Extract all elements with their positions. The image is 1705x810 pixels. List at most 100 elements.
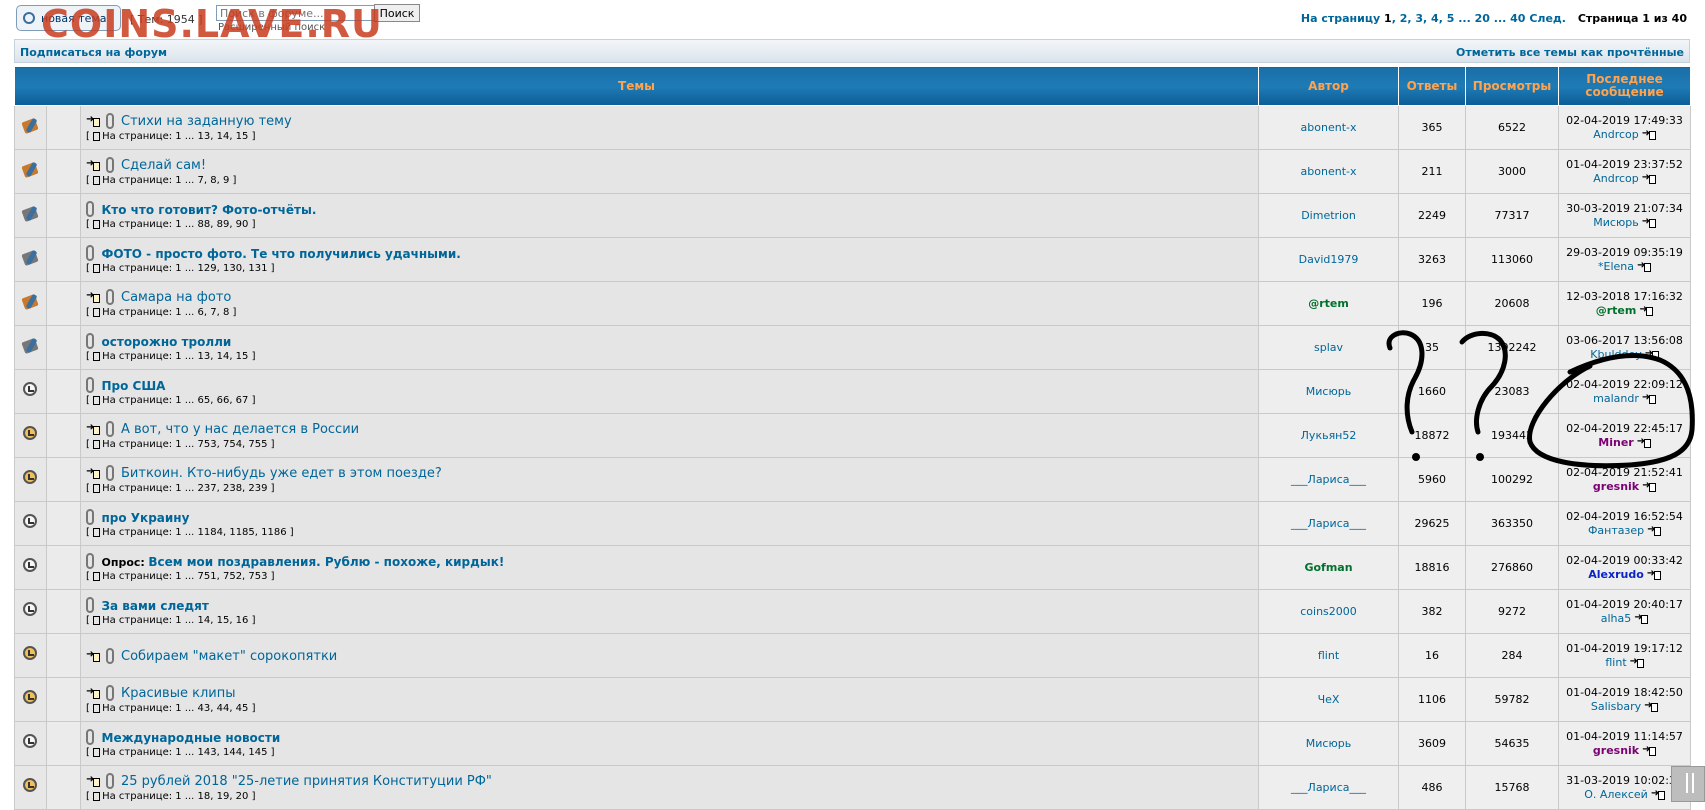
- new-post-arrow-icon[interactable]: [86, 422, 100, 435]
- last-post-user-link[interactable]: Miner: [1598, 436, 1633, 449]
- go-to-last-post-icon[interactable]: [1634, 611, 1649, 625]
- last-post-user-link[interactable]: О. Алексей: [1584, 788, 1648, 801]
- pager-link[interactable]: 4: [1431, 12, 1439, 25]
- topic-author-link[interactable]: splav: [1314, 341, 1343, 354]
- topic-pages-text[interactable]: На странице: 1 ... 6, 7, 8: [102, 307, 229, 318]
- last-post-user-link[interactable]: Andrcop: [1593, 128, 1639, 141]
- topic-pages-text[interactable]: На странице: 1 ... 43, 44, 45: [102, 703, 248, 714]
- go-to-last-post-icon[interactable]: [1642, 215, 1656, 229]
- topic-title-link[interactable]: Красивые клипы: [121, 686, 235, 701]
- topic-pages-text[interactable]: На странице: 1 ... 18, 19, 20: [102, 791, 248, 802]
- last-post-user-link[interactable]: gresnik: [1593, 744, 1639, 757]
- topic-title-link[interactable]: Биткоин. Кто-нибудь уже едет в этом поез…: [121, 466, 442, 481]
- last-post-user-link[interactable]: Salisbary: [1591, 700, 1641, 713]
- topic-title-link[interactable]: Сделай сам!: [121, 158, 206, 173]
- last-post-user-link[interactable]: *Elena: [1598, 260, 1634, 273]
- go-to-last-post-icon[interactable]: [1651, 787, 1665, 801]
- go-to-last-post-icon[interactable]: [1639, 303, 1654, 317]
- last-post-user-link[interactable]: @rtem: [1596, 304, 1637, 317]
- go-to-last-post-icon[interactable]: [1637, 435, 1651, 449]
- topic-author-link[interactable]: Мисюрь: [1306, 737, 1351, 750]
- new-post-arrow-icon[interactable]: [86, 686, 100, 699]
- new-post-arrow-icon[interactable]: [86, 158, 100, 171]
- search-button[interactable]: Поиск: [374, 4, 420, 22]
- topic-title-link[interactable]: Самара на фото: [121, 290, 231, 305]
- new-post-arrow-icon[interactable]: [86, 114, 100, 127]
- topic-author-link[interactable]: @rtem: [1308, 297, 1349, 310]
- go-to-last-post-icon[interactable]: [1630, 655, 1644, 669]
- go-to-last-post-icon[interactable]: [1642, 743, 1657, 757]
- topic-pages-text[interactable]: На странице: 1 ... 65, 66, 67: [102, 395, 248, 406]
- topic-pages-text[interactable]: На странице: 1 ... 129, 130, 131: [102, 263, 267, 274]
- topic-pages-text[interactable]: На странице: 1 ... 143, 144, 145: [102, 747, 267, 758]
- new-post-arrow-icon[interactable]: [86, 774, 100, 787]
- topic-pages-text[interactable]: На странице: 1 ... 7, 8, 9: [102, 175, 229, 186]
- advanced-search-link[interactable]: Расширенный поиск: [218, 22, 325, 33]
- topic-pages-text[interactable]: На странице: 1 ... 88, 89, 90: [102, 219, 248, 230]
- topic-pages-text[interactable]: На странице: 1 ... 13, 14, 15: [102, 351, 248, 362]
- topic-author-link[interactable]: Лукьян52: [1301, 429, 1357, 442]
- last-post-user-link[interactable]: malandr: [1593, 392, 1639, 405]
- topic-title-link[interactable]: Всем мои поздравления. Рублю - похоже, к…: [148, 555, 504, 569]
- forum-search-input[interactable]: [216, 5, 388, 21]
- go-to-last-post-icon[interactable]: [1642, 127, 1656, 141]
- topic-title-link[interactable]: А вот, что у нас делается в России: [121, 422, 359, 437]
- last-post-user-link[interactable]: Kbulddey: [1590, 348, 1641, 361]
- pager-link[interactable]: 3: [1415, 12, 1423, 25]
- topic-title-link[interactable]: За вами следят: [102, 599, 209, 613]
- pager-link[interactable]: 20: [1475, 12, 1490, 25]
- go-to-last-post-icon[interactable]: [1647, 567, 1661, 581]
- topic-pages-text[interactable]: На странице: 1 ... 753, 754, 755: [102, 439, 267, 450]
- topic-pages-text[interactable]: На странице: 1 ... 13, 14, 15: [102, 131, 248, 142]
- go-to-last-post-icon[interactable]: [1642, 171, 1656, 185]
- topic-author-link[interactable]: ЧеХ: [1318, 693, 1340, 706]
- subscribe-link[interactable]: Подписаться на форум: [20, 46, 167, 59]
- topic-author-link[interactable]: ___Лариса___: [1291, 517, 1366, 530]
- topic-author-link[interactable]: coins2000: [1300, 605, 1357, 618]
- topic-pages-text[interactable]: На странице: 1 ... 237, 238, 239: [102, 483, 267, 494]
- last-post-user-link[interactable]: flint: [1605, 656, 1626, 669]
- go-to-last-post-icon[interactable]: [1637, 259, 1652, 273]
- last-post-user-link[interactable]: Andrcop: [1593, 172, 1639, 185]
- topic-author-link[interactable]: ___Лариса___: [1291, 781, 1366, 794]
- topic-title-link[interactable]: Про США: [102, 379, 166, 393]
- topic-author-link[interactable]: abonent-x: [1301, 165, 1357, 178]
- topic-pages-text[interactable]: На странице: 1 ... 751, 752, 753: [102, 571, 267, 582]
- new-topic-button[interactable]: новая тема: [16, 5, 121, 31]
- topic-author-link[interactable]: abonent-x: [1301, 121, 1357, 134]
- last-post-user-link[interactable]: alha5: [1601, 612, 1632, 625]
- last-post-user-link[interactable]: Фантазер: [1588, 524, 1644, 537]
- new-post-arrow-icon[interactable]: [86, 290, 100, 303]
- topic-title-link[interactable]: Кто что готовит? Фото-отчёты.: [102, 203, 317, 217]
- topic-author-link[interactable]: flint: [1318, 649, 1339, 662]
- topic-author-link[interactable]: Dimetrion: [1301, 209, 1356, 222]
- topic-title-link[interactable]: Стихи на заданную тему: [121, 114, 292, 129]
- pager-link[interactable]: 5: [1447, 12, 1455, 25]
- last-post-user-link[interactable]: Alexrudo: [1588, 568, 1644, 581]
- go-to-last-post-icon[interactable]: [1642, 391, 1656, 405]
- go-to-last-post-icon[interactable]: [1642, 479, 1657, 493]
- last-post-user-link[interactable]: Мисюрь: [1593, 216, 1638, 229]
- new-post-arrow-icon[interactable]: [86, 649, 100, 662]
- topic-pages-text[interactable]: На странице: 1 ... 1184, 1185, 1186: [102, 527, 287, 538]
- topic-title-link[interactable]: Собираем "макет" сорокопятки: [121, 649, 337, 664]
- go-to-last-post-icon[interactable]: [1645, 347, 1659, 361]
- topic-title-link[interactable]: ФОТО - просто фото. Те что получились уд…: [102, 247, 461, 261]
- topic-title-link[interactable]: осторожно тролли: [102, 335, 232, 349]
- topic-title-link[interactable]: 25 рублей 2018 "25-летие принятия Консти…: [121, 774, 492, 789]
- pager-next[interactable]: След.: [1529, 12, 1566, 25]
- topic-pages-text[interactable]: На странице: 1 ... 14, 15, 16: [102, 615, 248, 626]
- topic-title-link[interactable]: про Украину: [102, 511, 190, 525]
- mark-all-read-link[interactable]: Отметить все темы как прочтённые: [1456, 46, 1684, 59]
- topic-author-link[interactable]: David1979: [1299, 253, 1359, 266]
- new-post-arrow-icon[interactable]: [86, 466, 100, 479]
- topic-title-link[interactable]: Международные новости: [102, 731, 281, 745]
- pager-link[interactable]: 2: [1400, 12, 1408, 25]
- last-post-user-link[interactable]: gresnik: [1593, 480, 1639, 493]
- go-to-last-post-icon[interactable]: [1644, 699, 1659, 713]
- pager-link[interactable]: 40: [1510, 12, 1525, 25]
- scroll-to-bottom-button[interactable]: [1671, 766, 1705, 802]
- go-to-last-post-icon[interactable]: [1647, 523, 1662, 537]
- topic-author-link[interactable]: Мисюрь: [1306, 385, 1351, 398]
- topic-author-link[interactable]: Gofman: [1304, 561, 1352, 574]
